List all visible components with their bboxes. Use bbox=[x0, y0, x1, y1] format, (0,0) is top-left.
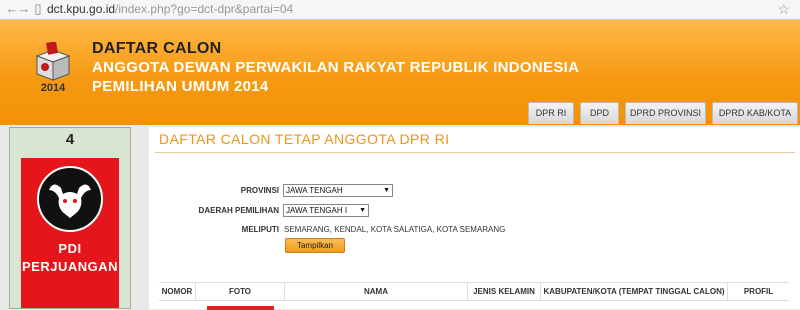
forward-icon[interactable]: → bbox=[17, 2, 31, 16]
dropdown-arrow-icon: ▼ bbox=[383, 187, 390, 194]
party-name-line2: PERJUANGAN bbox=[21, 259, 118, 274]
header-title: DAFTAR CALON bbox=[92, 40, 222, 57]
header-subtitle-2: PEMILIHAN UMUM 2014 bbox=[92, 78, 269, 95]
tab-dpd[interactable]: DPD bbox=[580, 102, 619, 124]
party-number: 4 bbox=[65, 131, 75, 148]
tab-dprd-kab-kota[interactable]: DPRD KAB/KOTA bbox=[712, 102, 798, 124]
col-foto: FOTO bbox=[196, 283, 285, 300]
col-jenis-kelamin: JENIS KELAMIN bbox=[468, 283, 541, 300]
provinsi-select[interactable]: JAWA TENGAH ▼ bbox=[283, 184, 393, 197]
url-path: /index.php?go=dct-dpr&partai=04 bbox=[115, 2, 294, 16]
url-domain: dct.kpu.go.id bbox=[47, 2, 116, 16]
bookmark-star-icon[interactable]: ☆ bbox=[777, 1, 790, 18]
ballot-box-icon bbox=[35, 41, 71, 81]
dapil-label: DAERAH PEMILIHAN bbox=[198, 206, 279, 215]
tampilkan-button[interactable]: Tampilkan bbox=[285, 238, 345, 253]
party-name-line1: PDI bbox=[58, 241, 82, 256]
provinsi-label: PROVINSI bbox=[240, 186, 279, 195]
party-logo: PDI PERJUANGAN bbox=[21, 158, 119, 308]
main-content: DAFTAR CALON TETAP ANGGOTA DPR RI PROVIN… bbox=[149, 127, 800, 310]
url-field[interactable]: dct.kpu.go.id/index.php?go=dct-dpr&parta… bbox=[47, 2, 293, 17]
dropdown-arrow-icon: ▼ bbox=[359, 207, 366, 214]
candidate-table: NOMOR FOTO NAMA JENIS KELAMIN KABUPATEN/… bbox=[159, 282, 789, 310]
dapil-select[interactable]: JAWA TENGAH I ▼ bbox=[283, 204, 369, 217]
party-sidebar: 4 PDI PERJUANGAN bbox=[9, 127, 131, 309]
site-header: 2014 DAFTAR CALON ANGGOTA DEWAN PERWAKIL… bbox=[0, 20, 800, 125]
kpu-logo: 2014 bbox=[33, 41, 73, 102]
meliputi-label: MELIPUTI bbox=[241, 225, 279, 234]
col-profil: PROFIL bbox=[743, 287, 774, 296]
col-nomor: NOMOR bbox=[159, 283, 196, 300]
title-divider bbox=[155, 152, 795, 153]
meliputi-value: SEMARANG, KENDAL, KOTA SALATIGA, KOTA SE… bbox=[284, 225, 506, 234]
bull-emblem-icon bbox=[37, 166, 103, 232]
candidate-photo bbox=[207, 306, 274, 310]
dapil-value: JAWA TENGAH I bbox=[286, 206, 348, 215]
browser-address-bar: ← → ▯ dct.kpu.go.id/index.php?go=dct-dpr… bbox=[0, 0, 800, 20]
page-icon: ▯ bbox=[34, 1, 42, 16]
col-kabupaten-kota: KABUPATEN/KOTA (TEMPAT TINGGAL CALON) bbox=[541, 283, 728, 300]
tab-dprd-provinsi[interactable]: DPRD PROVINSI bbox=[625, 102, 706, 124]
section-title: DAFTAR CALON TETAP ANGGOTA DPR RI bbox=[159, 131, 450, 147]
table-header-divider bbox=[159, 300, 789, 301]
tab-dpr-ri[interactable]: DPR RI bbox=[528, 102, 574, 124]
logo-year: 2014 bbox=[40, 82, 66, 94]
provinsi-value: JAWA TENGAH bbox=[286, 186, 343, 195]
col-nama: NAMA bbox=[285, 283, 468, 300]
header-subtitle: ANGGOTA DEWAN PERWAKILAN RAKYAT REPUBLIK… bbox=[92, 59, 580, 76]
